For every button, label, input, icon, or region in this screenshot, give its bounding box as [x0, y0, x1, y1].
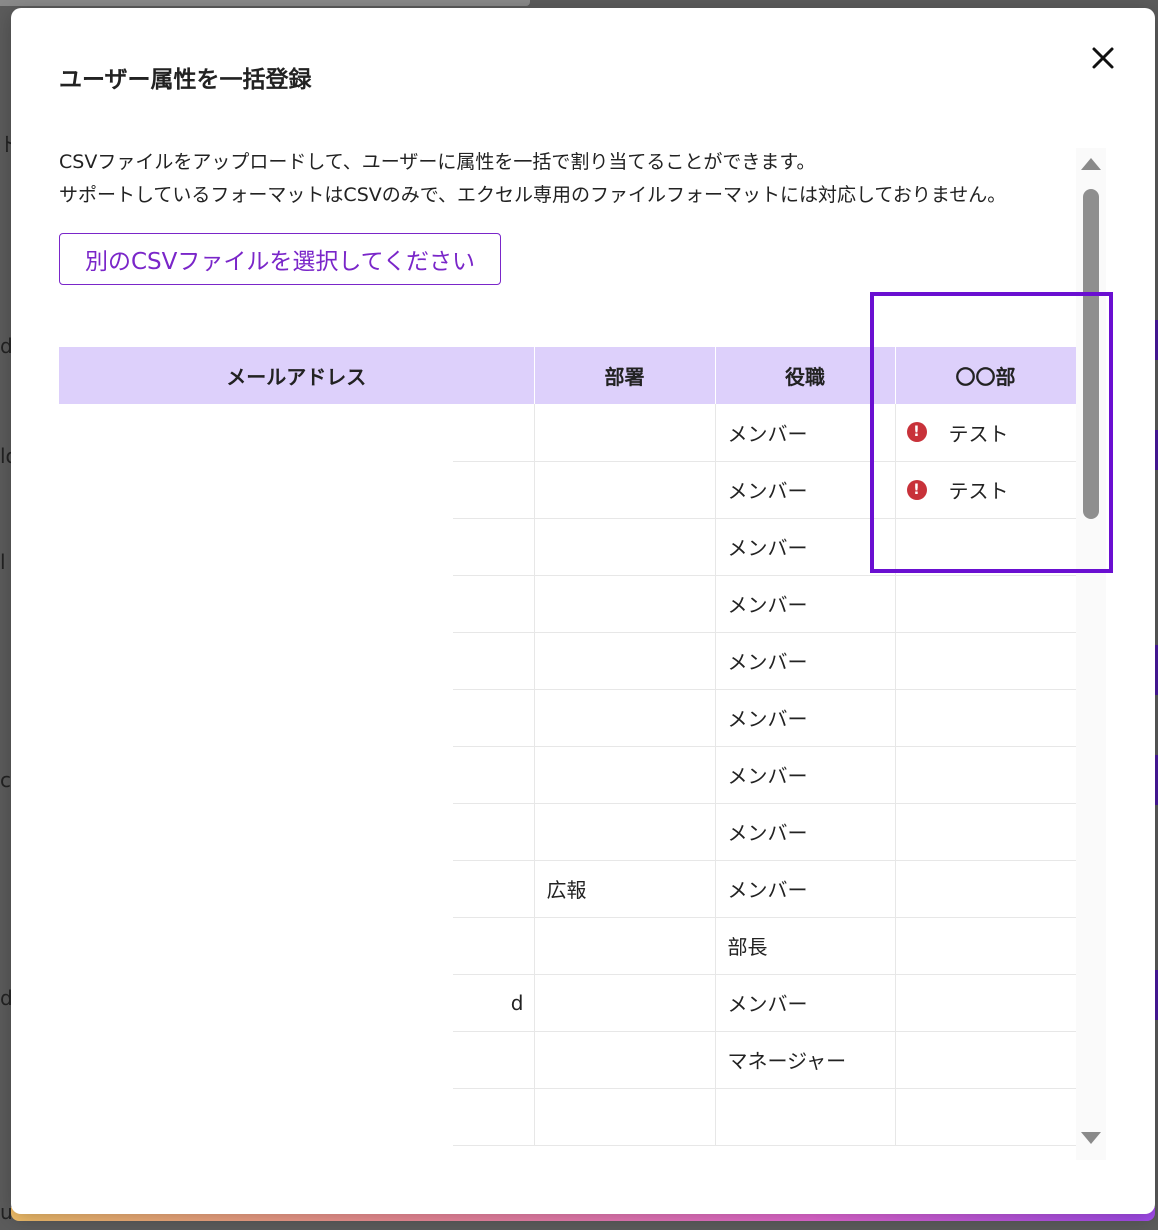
cell-position: メンバー	[715, 974, 896, 1032]
cell-custom-attr	[895, 1031, 1076, 1089]
select-csv-button[interactable]: 別のCSVファイルを選択してください	[59, 233, 501, 285]
cell-position: メンバー	[715, 461, 896, 519]
cell-custom-attr	[895, 689, 1076, 747]
cell-position: メンバー	[715, 518, 896, 576]
cell-position	[715, 1088, 896, 1146]
cell-position: メンバー	[715, 803, 896, 861]
cell-department	[534, 404, 716, 462]
bulk-register-modal: ユーザー属性を一括登録 CSVファイルをアップロードして、ユーザーに属性を一括で…	[11, 8, 1155, 1214]
background-text-fragment: l	[0, 550, 6, 574]
cell-position: メンバー	[715, 746, 896, 804]
description-line: CSVファイルをアップロードして、ユーザーに属性を一括で割り当てることができます…	[59, 151, 816, 173]
cell-department	[534, 1088, 716, 1146]
cell-department	[534, 1031, 716, 1089]
cell-position: マネージャー	[715, 1031, 896, 1089]
cell-department	[534, 461, 716, 519]
cell-department	[534, 746, 716, 804]
header-position: 役職	[715, 347, 896, 404]
cell-position: 部長	[715, 917, 896, 975]
cell-position: メンバー	[715, 689, 896, 747]
close-button[interactable]	[1087, 42, 1119, 74]
background-text-fragment: cl	[0, 768, 17, 792]
cell-custom-attr	[895, 917, 1076, 975]
scroll-up-arrow-icon[interactable]	[1081, 158, 1101, 170]
cell-custom-attr	[895, 974, 1076, 1032]
background-text-fragment: u	[0, 1200, 13, 1224]
annotation-highlight-box	[870, 292, 1113, 573]
close-icon	[1092, 47, 1114, 69]
background-topbar	[0, 0, 530, 6]
cell-custom-attr	[895, 803, 1076, 861]
cell-department	[534, 974, 716, 1032]
cell-department	[534, 689, 716, 747]
background-text-fragment: d	[0, 334, 13, 358]
cell-custom-attr	[895, 575, 1076, 633]
modal-title: ユーザー属性を一括登録	[59, 67, 312, 93]
description-line: サポートしているフォーマットはCSVのみで、エクセル専用のファイルフォーマットに…	[59, 184, 1007, 206]
cell-department	[534, 575, 716, 633]
modal-description: CSVファイルをアップロードして、ユーザーに属性を一括で割り当てることができます…	[59, 146, 1059, 212]
cell-email-text: d	[510, 990, 524, 1015]
cell-position: メンバー	[715, 860, 896, 918]
scroll-down-arrow-icon[interactable]	[1081, 1132, 1101, 1144]
cell-department	[534, 518, 716, 576]
cell-department	[534, 632, 716, 690]
background-text-fragment: d	[0, 986, 13, 1010]
cell-position: メンバー	[715, 575, 896, 633]
cell-custom-attr	[895, 632, 1076, 690]
header-email: メールアドレス	[59, 347, 535, 404]
cell-custom-attr	[895, 1088, 1076, 1146]
cell-position: メンバー	[715, 404, 896, 462]
background-text-fragment: lo	[0, 444, 18, 468]
header-department: 部署	[534, 347, 716, 404]
email-column-mask	[59, 404, 453, 1160]
cell-custom-attr	[895, 746, 1076, 804]
cell-custom-attr	[895, 860, 1076, 918]
cell-department	[534, 917, 716, 975]
cell-department: 広報	[534, 860, 716, 918]
cell-department	[534, 803, 716, 861]
cell-position: メンバー	[715, 632, 896, 690]
background-text-fragment: ド	[0, 132, 20, 156]
